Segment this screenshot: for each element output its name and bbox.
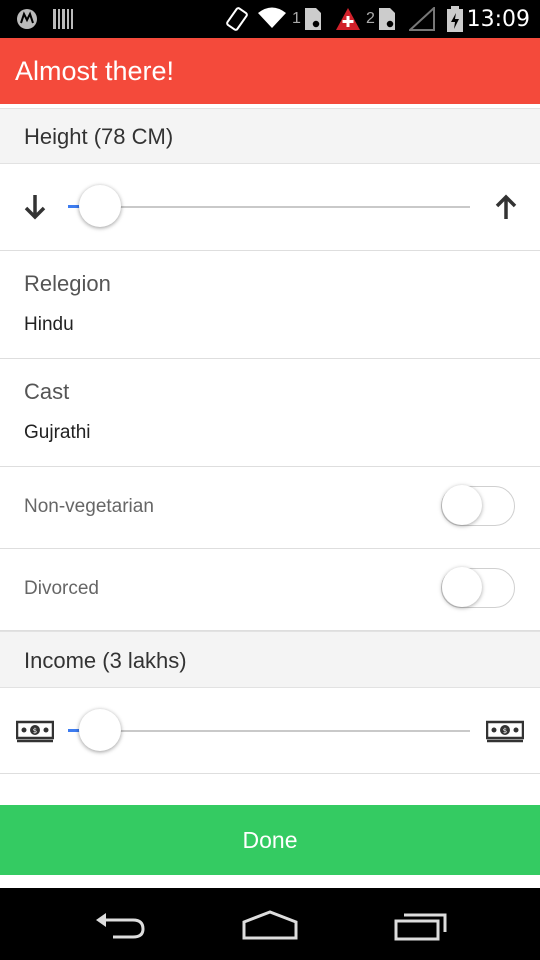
income-slider[interactable] [68, 709, 470, 753]
toggle-knob[interactable] [442, 485, 482, 525]
home-icon[interactable] [241, 910, 299, 940]
religion-field[interactable]: Relegion Hindu [0, 251, 540, 359]
signal-icon [409, 7, 435, 31]
divorced-label: Divorced [24, 578, 99, 599]
barcode-icon [53, 9, 73, 29]
sim2-label: 2 [366, 10, 375, 27]
cast-field[interactable]: Cast Gujrathi [0, 359, 540, 467]
sim-icon [305, 8, 321, 30]
app-header: Almost there! [0, 38, 540, 104]
height-slider-row [0, 163, 540, 251]
religion-value[interactable]: Hindu [24, 314, 74, 336]
income-slider-track [68, 730, 470, 732]
non-vegetarian-toggle[interactable] [441, 483, 515, 526]
non-vegetarian-row: Non-vegetarian [0, 467, 540, 549]
toggle-knob[interactable] [442, 567, 482, 607]
page-title: Almost there! [15, 56, 175, 86]
nav-bar [0, 888, 540, 960]
wifi-icon [258, 7, 286, 28]
alert-icon [336, 8, 360, 30]
arrow-down-icon[interactable] [22, 193, 48, 221]
status-time: 13:09 [466, 7, 530, 32]
motorola-icon [17, 9, 37, 29]
height-slider[interactable] [68, 185, 470, 229]
done-button[interactable]: Done [0, 805, 540, 875]
religion-label: Relegion [24, 271, 111, 296]
cast-value[interactable]: Gujrathi [24, 422, 91, 444]
height-section-header: Height (78 CM) [0, 108, 540, 164]
money-icon[interactable]: $ [486, 719, 524, 743]
height-slider-thumb[interactable] [79, 185, 122, 227]
cast-label: Cast [24, 379, 70, 404]
divorced-toggle[interactable] [441, 565, 515, 608]
income-title: Income (3 lakhs) [24, 648, 187, 673]
rotate-icon [226, 7, 248, 31]
divorced-row: Divorced [0, 549, 540, 631]
money-icon[interactable]: $ [16, 719, 54, 743]
height-slider-track [68, 206, 470, 208]
svg-text:$: $ [503, 727, 507, 735]
sim1-label: 1 [292, 10, 301, 27]
arrow-up-icon[interactable] [493, 193, 519, 221]
sim-icon [379, 8, 395, 30]
svg-text:$: $ [33, 727, 37, 735]
non-vegetarian-label: Non-vegetarian [24, 496, 154, 517]
recents-icon[interactable] [393, 910, 449, 942]
battery-icon [447, 6, 463, 32]
income-slider-row: $ $ [0, 687, 540, 774]
income-slider-thumb[interactable] [79, 709, 122, 751]
status-bar: 1 2 13:09 [0, 0, 540, 38]
done-label: Done [242, 827, 298, 853]
back-icon[interactable] [93, 908, 147, 942]
income-section-header: Income (3 lakhs) [0, 631, 540, 688]
height-title: Height (78 CM) [24, 124, 174, 149]
